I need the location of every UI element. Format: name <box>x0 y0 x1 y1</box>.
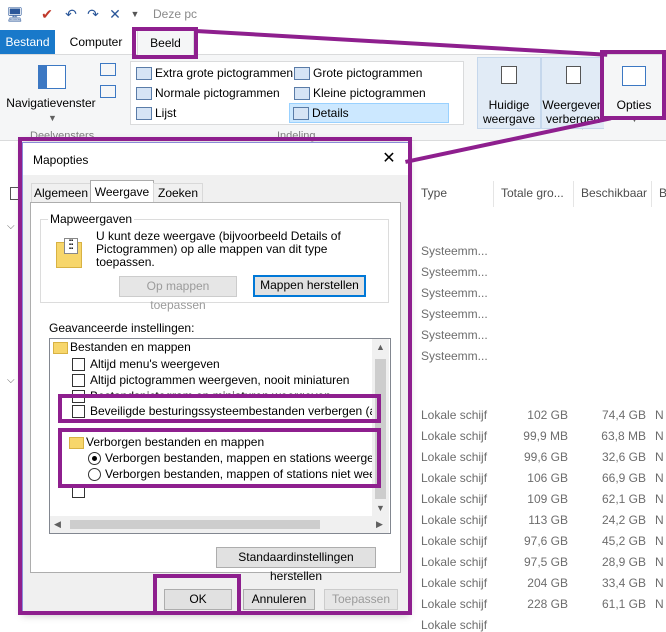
highlight-options-button <box>600 50 666 120</box>
drive-row-total: 106 GB <box>527 471 568 485</box>
column-divider <box>651 181 652 207</box>
system-row-type: Systeemm... <box>421 244 488 258</box>
column-divider <box>493 181 494 207</box>
image-icon <box>136 67 152 80</box>
drive-row-total: 113 GB <box>528 513 568 527</box>
drive-row-extra: N <box>655 534 664 548</box>
system-row-type: Systeemm... <box>421 328 488 342</box>
drive-row-type: Lokale schijf <box>421 534 488 548</box>
drive-row-extra: N <box>655 471 664 485</box>
drive-row-total: 109 GB <box>527 492 568 506</box>
details-icon <box>293 107 309 120</box>
show-hide-button[interactable]: Weergeven verbergen <box>541 57 605 129</box>
drive-row-type: Lokale schijf <box>421 492 488 506</box>
drive-row-total: 204 GB <box>527 576 568 590</box>
column-type[interactable]: Type <box>421 186 447 200</box>
image-icon <box>294 87 310 100</box>
column-free-space[interactable]: Beschikbaar <box>581 186 647 200</box>
window-title: Deze pc <box>153 7 198 21</box>
layout-small-icons[interactable]: Kleine pictogrammen <box>291 84 453 102</box>
drive-row-free: 32,6 GB <box>601 450 646 464</box>
navigation-pane-icon <box>38 65 66 89</box>
delete-icon[interactable]: ✕ <box>106 5 124 23</box>
drive-row-extra: N <box>655 429 664 443</box>
window-titlebar: 🖥 ✔ ↶ ↷ ✕ ▼ Deze pc <box>0 0 666 30</box>
highlight-hidden-files <box>58 428 381 488</box>
chevron-down-icon[interactable]: ⌵ <box>7 221 15 232</box>
layout-large-icons[interactable]: Grote pictogrammen <box>291 64 453 82</box>
details-pane-icon[interactable] <box>100 85 116 98</box>
tab-bestand[interactable]: Bestand <box>0 30 55 54</box>
current-view-icon <box>501 66 517 84</box>
highlight-ok-button <box>153 574 241 615</box>
highlight-dialog <box>18 137 412 615</box>
drive-row-type: Lokale schijf <box>421 576 488 590</box>
highlight-beeld-tab <box>132 27 198 59</box>
layout-medium-icons[interactable]: Normale pictogrammen <box>133 84 295 102</box>
drive-row-extra: N <box>655 576 664 590</box>
drive-row-extra: N <box>655 513 664 527</box>
drive-row-extra: N <box>655 555 664 569</box>
system-row-type: Systeemm... <box>421 307 488 321</box>
undo-icon[interactable]: ↶ <box>62 5 80 23</box>
highlight-protected-files <box>58 394 381 423</box>
layout-gallery: Extra grote pictogrammen Grote pictogram… <box>130 61 592 130</box>
drive-row-type: Lokale schijf <box>421 555 488 569</box>
drive-row-free: 63,8 MB <box>601 429 646 443</box>
drive-row-total: 99,9 MB <box>523 429 568 443</box>
chevron-down-icon[interactable]: ⌵ <box>7 375 15 386</box>
navigation-pane-button[interactable]: Navigatievenster <box>2 96 100 110</box>
drive-row-type: Lokale schijf <box>421 429 488 443</box>
system-row-type: Systeemm... <box>421 349 488 363</box>
column-divider <box>573 181 574 207</box>
drive-row-type: Lokale schijf <box>421 597 488 611</box>
drive-row-free: 45,2 GB <box>601 534 646 548</box>
layout-extra-large-icons[interactable]: Extra grote pictogrammen <box>133 64 295 82</box>
drive-row-type: Lokale schijf <box>421 513 488 527</box>
drive-row-total: 97,5 GB <box>523 555 568 569</box>
image-icon <box>294 67 310 80</box>
drive-row-free: 33,4 GB <box>601 576 646 590</box>
drive-row-total: 97,6 GB <box>523 534 568 548</box>
system-row-type: Systeemm... <box>421 286 488 300</box>
drive-row-type: Lokale schijf <box>421 450 488 464</box>
tab-computer[interactable]: Computer <box>62 30 130 54</box>
drive-row-free: 24,2 GB <box>601 513 646 527</box>
current-view-button[interactable]: Huidige weergave <box>477 57 541 129</box>
drive-row-free: 62,1 GB <box>601 492 646 506</box>
image-icon <box>136 87 152 100</box>
show-hide-icon <box>566 66 581 84</box>
drive-row-total: 228 GB <box>527 597 568 611</box>
properties-icon[interactable]: ✔ <box>38 5 56 23</box>
drive-row-extra: N <box>655 492 664 506</box>
column-extra[interactable]: B <box>659 186 666 200</box>
drive-row-type: Lokale schijf <box>421 408 488 422</box>
drive-row-total: 99,6 GB <box>523 450 568 464</box>
drive-row-extra: N <box>655 450 664 464</box>
drive-row-type: Lokale schijf <box>421 471 488 485</box>
preview-pane-icon[interactable] <box>100 63 116 76</box>
drive-row-free: 74,4 GB <box>601 408 646 422</box>
drive-row-free: 66,9 GB <box>601 471 646 485</box>
computer-icon[interactable]: 🖥 <box>6 5 24 23</box>
list-icon <box>136 107 152 120</box>
drive-row-free: 28,9 GB <box>601 555 646 569</box>
chevron-down-icon[interactable]: ▼ <box>126 5 144 23</box>
column-total-size[interactable]: Totale gro... <box>501 186 564 200</box>
drive-row-total: 102 GB <box>527 408 568 422</box>
drive-row-extra: N <box>655 597 664 611</box>
drive-row-type: Lokale schijf <box>421 618 488 632</box>
system-row-type: Systeemm... <box>421 265 488 279</box>
drive-row-free: 61,1 GB <box>601 597 646 611</box>
layout-details[interactable]: Details <box>289 103 449 123</box>
redo-icon[interactable]: ↷ <box>84 5 102 23</box>
layout-list[interactable]: Lijst <box>133 104 295 122</box>
drive-row-extra: N <box>655 408 664 422</box>
chevron-down-icon: ▼ <box>48 113 57 123</box>
